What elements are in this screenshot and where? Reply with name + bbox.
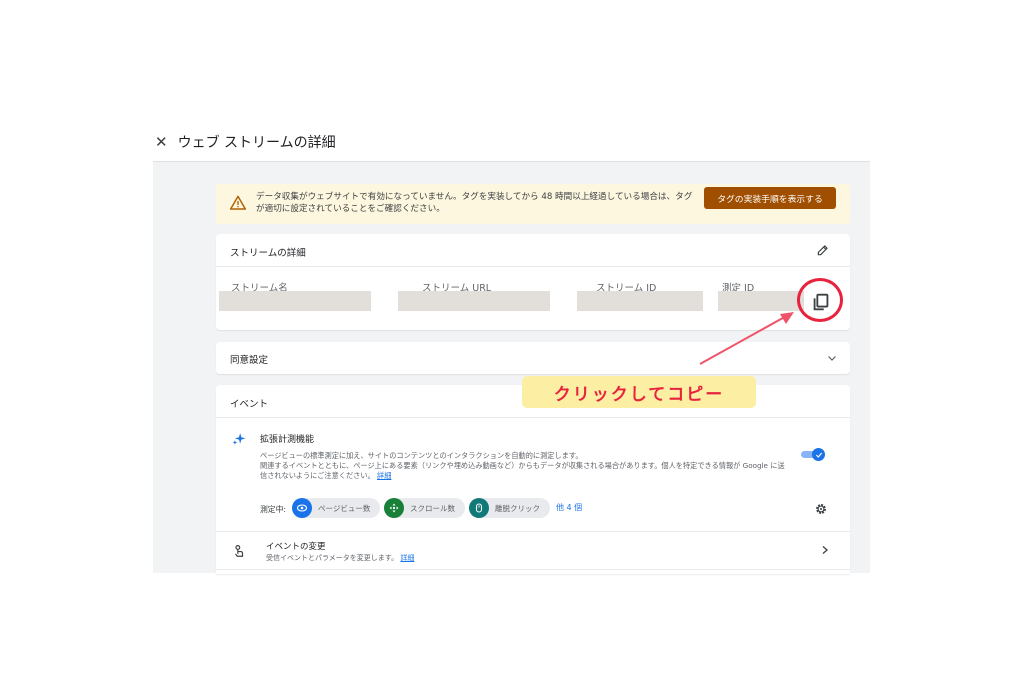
stream-details-title: ストリームの詳細 (230, 248, 306, 259)
chip-label: スクロール数 (410, 503, 455, 513)
close-icon[interactable]: ✕ (155, 134, 168, 150)
callout-text: クリックしてコピー (553, 384, 725, 405)
chip-page-views[interactable]: ページビュー数 (292, 498, 381, 518)
modify-events-title: イベントの変更 (266, 542, 326, 552)
modify-events-row[interactable]: イベントの変更 受信イベントとパラメータを変更します。 詳細 (216, 532, 850, 568)
stream-name-value (219, 291, 371, 311)
touch-icon (235, 545, 244, 557)
check-icon (815, 452, 822, 458)
page: ✕ ウェブ ストリームの詳細 データ収集がウェブサイトで有効になっていません。タ… (0, 0, 1024, 697)
data-collection-alert: データ収集がウェブサイトで有効になっていません。タグを実装してから 48 時間以… (216, 184, 850, 224)
show-tag-instructions-button[interactable]: タグの実装手順を表示する (704, 187, 836, 209)
stream-url-value (398, 291, 550, 311)
chip-outbound-clicks[interactable]: 離脱クリック (469, 498, 550, 518)
chevron-down-icon[interactable] (826, 352, 838, 364)
enhanced-measurement-desc-line: 関連するイベントとともに、ページ上にある要素（リンクや埋め込み動画など）からもデ… (260, 461, 790, 481)
copy-callout: クリックしてコピー (522, 376, 756, 408)
consent-settings-title: 同意設定 (230, 355, 269, 366)
measuring-label: 測定中: (260, 505, 287, 514)
enhanced-measurement-description: ページビューの標準測定に加え、サイトのコンテンツとのインタラクションを自動的に測… (260, 451, 790, 481)
events-card: イベント 拡張計測機能 ページビューの標準測定に加え、サイトのコンテンツとのイン… (216, 385, 850, 574)
chip-scrolls[interactable]: スクロール数 (384, 498, 465, 518)
modify-events-details-link[interactable]: 詳細 (400, 554, 414, 562)
toggle-knob (812, 448, 825, 461)
page-header: ✕ ウェブ ストリームの詳細 (155, 130, 336, 154)
stream-id-value (577, 291, 703, 311)
enhanced-measurement-title: 拡張計測機能 (260, 435, 315, 445)
chip-label: ページビュー数 (318, 503, 371, 513)
page-title: ウェブ ストリームの詳細 (177, 135, 336, 151)
chip-label: 離脱クリック (495, 503, 540, 513)
sparkle-icon (232, 433, 246, 445)
gear-icon[interactable] (814, 502, 828, 516)
enhanced-measurement-desc-text: 関連するイベントとともに、ページ上にある要素（リンクや埋め込み動画など）からもデ… (260, 461, 785, 480)
events-title: イベント (230, 399, 269, 410)
enhanced-measurement-desc-line: ページビューの標準測定に加え、サイトのコンテンツとのインタラクションを自動的に測… (260, 451, 583, 460)
mouse-icon (469, 498, 489, 518)
more-events-link[interactable]: 他 4 個 (556, 502, 582, 513)
annotation-arrow (699, 312, 794, 365)
crosshair-icon (384, 498, 404, 518)
divider (216, 569, 850, 570)
pencil-icon[interactable] (816, 243, 830, 257)
eye-icon (292, 498, 312, 518)
enhanced-measurement-details-link[interactable]: 詳細 (377, 471, 391, 480)
alert-message: データ収集がウェブサイトで有効になっていません。タグを実装してから 48 時間以… (256, 192, 693, 214)
modify-events-description: 受信イベントとパラメータを変更します。 詳細 (266, 553, 414, 563)
modify-events-desc-text: 受信イベントとパラメータを変更します。 (266, 554, 399, 562)
warning-icon (230, 195, 246, 210)
stream-details-header: ストリームの詳細 (216, 234, 850, 267)
chevron-right-icon[interactable] (820, 544, 830, 556)
enhanced-measurement-toggle[interactable] (801, 448, 825, 461)
